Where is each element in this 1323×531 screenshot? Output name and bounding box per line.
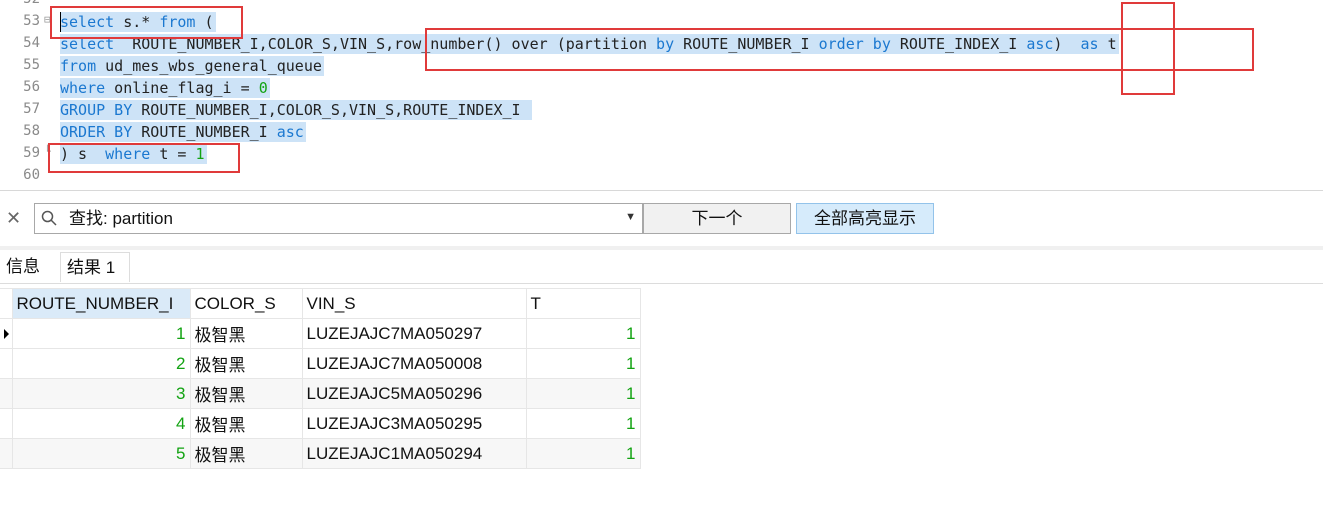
find-field[interactable]: 查找: partition ▼ bbox=[34, 203, 643, 234]
code-line[interactable]: 53 ⊟ select s.* from ( bbox=[0, 10, 1323, 32]
row-gutter[interactable] bbox=[0, 438, 13, 469]
chevron-down-icon[interactable]: ▼ bbox=[625, 211, 636, 223]
tab-result-1[interactable]: 结果 1 bbox=[60, 252, 130, 282]
line-number: 53 bbox=[23, 13, 40, 29]
code-text[interactable]: GROUP BY ROUTE_NUMBER_I,COLOR_S,VIN_S,RO… bbox=[60, 100, 532, 120]
table-row[interactable]: 1 极智黑 LUZEJAJC7MA050297 1 bbox=[0, 318, 641, 349]
cell-route-number[interactable]: 5 bbox=[11, 438, 191, 469]
code-line[interactable]: 58 ORDER BY ROUTE_NUMBER_I asc bbox=[0, 120, 1323, 142]
code-text[interactable]: select ROUTE_NUMBER_I,COLOR_S,VIN_S,row_… bbox=[60, 34, 1119, 54]
code-text[interactable]: from ud_mes_wbs_general_queue bbox=[60, 56, 324, 76]
find-input[interactable]: 查找: partition bbox=[69, 209, 173, 229]
cell-color[interactable]: 极智黑 bbox=[189, 408, 303, 439]
close-icon[interactable]: ✕ bbox=[6, 208, 21, 228]
line-number: 57 bbox=[23, 101, 40, 117]
cell-vin[interactable]: LUZEJAJC1MA050294 bbox=[301, 438, 527, 469]
cell-vin[interactable]: LUZEJAJC3MA050295 bbox=[301, 408, 527, 439]
cell-color[interactable]: 极智黑 bbox=[189, 378, 303, 409]
search-icon bbox=[41, 210, 57, 226]
row-gutter-header bbox=[0, 288, 13, 319]
find-bar: ✕ 查找: partition ▼ 下一个 全部高亮显示 bbox=[0, 198, 1323, 240]
fold-collapse-icon[interactable]: ⊟ bbox=[44, 14, 54, 26]
cell-color[interactable]: 极智黑 bbox=[189, 348, 303, 379]
code-line[interactable]: 55 from ud_mes_wbs_general_queue bbox=[0, 54, 1323, 76]
cell-route-number[interactable]: 2 bbox=[11, 348, 191, 379]
line-number: 58 bbox=[23, 123, 40, 139]
code-line[interactable]: 52 bbox=[0, 0, 1323, 10]
line-number: 56 bbox=[23, 79, 40, 95]
table-row[interactable]: 5 极智黑 LUZEJAJC1MA050294 1 bbox=[0, 438, 641, 469]
cell-vin[interactable]: LUZEJAJC7MA050297 bbox=[301, 318, 527, 349]
current-row-icon bbox=[4, 328, 9, 339]
find-next-button[interactable]: 下一个 bbox=[643, 203, 791, 234]
row-gutter[interactable] bbox=[0, 348, 13, 379]
highlight-all-button[interactable]: 全部高亮显示 bbox=[796, 203, 934, 234]
table-row[interactable]: 3 极智黑 LUZEJAJC5MA050296 1 bbox=[0, 378, 641, 409]
column-header-t[interactable]: T bbox=[525, 288, 641, 319]
tabs-divider bbox=[0, 283, 1323, 284]
sql-editor[interactable]: 52 53 ⊟ select s.* from ( 54 select ROUTE_NUM… bbox=[0, 0, 1323, 190]
code-text[interactable]: ORDER BY ROUTE_NUMBER_I asc bbox=[60, 122, 306, 142]
cell-vin[interactable]: LUZEJAJC5MA050296 bbox=[301, 378, 527, 409]
cell-route-number[interactable]: 1 bbox=[11, 318, 191, 349]
text-cursor bbox=[60, 12, 61, 32]
cell-t[interactable]: 1 bbox=[525, 348, 641, 379]
code-line[interactable]: 60 bbox=[0, 164, 1323, 186]
tab-info[interactable]: 信息 bbox=[0, 252, 56, 282]
code-line[interactable]: 57 GROUP BY ROUTE_NUMBER_I,COLOR_S,VIN_S,… bbox=[0, 98, 1323, 120]
result-tabs: 信息 结果 1 bbox=[0, 250, 1323, 284]
code-text[interactable]: where online_flag_i = 0 bbox=[60, 78, 270, 98]
fold-end-icon: └ bbox=[44, 145, 51, 158]
editor-divider bbox=[0, 190, 1323, 191]
code-text[interactable]: select s.* from ( bbox=[60, 12, 216, 32]
header-row: ROUTE_NUMBER_I COLOR_S VIN_S T bbox=[0, 288, 641, 319]
code-line[interactable]: 54 select ROUTE_NUMBER_I,COLOR_S,VIN_S,ro… bbox=[0, 32, 1323, 54]
code-line[interactable]: 59 └ ) s where t = 1 bbox=[0, 142, 1323, 164]
row-gutter[interactable] bbox=[0, 378, 13, 409]
row-gutter[interactable] bbox=[0, 318, 13, 349]
line-number: 54 bbox=[23, 35, 40, 51]
line-number: 60 bbox=[23, 167, 40, 183]
column-header-vin[interactable]: VIN_S bbox=[301, 288, 527, 319]
cell-t[interactable]: 1 bbox=[525, 318, 641, 349]
cell-route-number[interactable]: 3 bbox=[11, 378, 191, 409]
cell-vin[interactable]: LUZEJAJC7MA050008 bbox=[301, 348, 527, 379]
cell-color[interactable]: 极智黑 bbox=[189, 318, 303, 349]
line-number: 52 bbox=[0, 0, 40, 10]
table-row[interactable]: 4 极智黑 LUZEJAJC3MA050295 1 bbox=[0, 408, 641, 439]
table-row[interactable]: 2 极智黑 LUZEJAJC7MA050008 1 bbox=[0, 348, 641, 379]
column-header-route-number[interactable]: ROUTE_NUMBER_I bbox=[11, 288, 191, 319]
cell-t[interactable]: 1 bbox=[525, 438, 641, 469]
cell-color[interactable]: 极智黑 bbox=[189, 438, 303, 469]
code-text[interactable]: ) s where t = 1 bbox=[60, 144, 207, 164]
cell-route-number[interactable]: 4 bbox=[11, 408, 191, 439]
column-header-color[interactable]: COLOR_S bbox=[189, 288, 303, 319]
row-gutter[interactable] bbox=[0, 408, 13, 439]
line-number: 55 bbox=[23, 57, 40, 73]
result-grid: ROUTE_NUMBER_I COLOR_S VIN_S T 1 极智黑 LUZ… bbox=[0, 288, 641, 469]
line-number: 59 bbox=[23, 145, 40, 161]
cell-t[interactable]: 1 bbox=[525, 378, 641, 409]
cell-t[interactable]: 1 bbox=[525, 408, 641, 439]
code-line[interactable]: 56 where online_flag_i = 0 bbox=[0, 76, 1323, 98]
